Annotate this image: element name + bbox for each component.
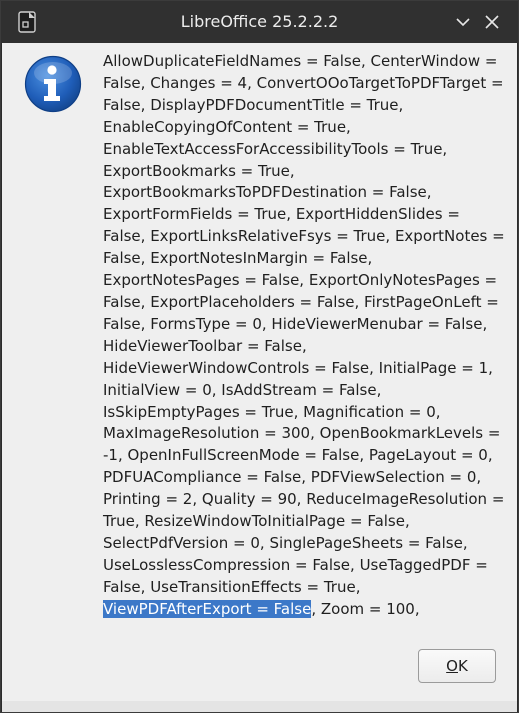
message-line: False, UseTransitionEffects = True, — [103, 577, 361, 596]
message-line: HideViewerWindowControls = False, Initia… — [103, 358, 493, 377]
message-line: Printing = 2, Quality = 90, ReduceImageR… — [103, 490, 505, 509]
close-icon[interactable] — [480, 10, 504, 34]
title-bar[interactable]: LibreOffice 25.2.2.2 — [1, 1, 518, 43]
message-line: SelectPdfVersion = 0, SinglePageSheets =… — [103, 533, 468, 552]
selected-text: ViewPDFAfterExport = False — [103, 599, 312, 618]
message-line: ExportNotesPages = False, ExportOnlyNote… — [103, 271, 498, 290]
message-line: -1, OpenInFullScreenMode = False, PageLa… — [103, 446, 493, 465]
message-line: PDFUACompliance = False, PDFViewSelectio… — [103, 468, 482, 487]
message-tail: , Zoom = 100, — [311, 599, 420, 618]
ok-label: K — [457, 657, 468, 675]
window-bottom-edge — [2, 701, 517, 712]
message-line: False, FormsType = 0, HideViewerMenubar … — [103, 314, 488, 333]
message-line: True, ResizeWindowToInitialPage = False, — [103, 512, 410, 531]
dialog-window: LibreOffice 25.2.2.2 AllowDuplicateField… — [0, 0, 519, 713]
message-line: EnableCopyingOfContent = True, — [103, 117, 351, 136]
ok-mnemonic: O — [446, 657, 458, 675]
message-line: EnableTextAccessForAccessibilityTools = … — [103, 139, 448, 158]
info-icon — [24, 55, 82, 113]
message-line: IsSkipEmptyPages = True, Magnification =… — [103, 402, 441, 421]
message-line: AllowDuplicateFieldNames = False, Center… — [103, 52, 498, 70]
message-line: False, ExportLinksRelativeFsys = True, E… — [103, 227, 505, 246]
message-line: False, Changes = 4, ConvertOOoTargetToPD… — [103, 73, 504, 92]
message-line: UseLosslessCompression = False, UseTagge… — [103, 555, 488, 574]
window-title: LibreOffice 25.2.2.2 — [180, 12, 339, 31]
message-line: False, ExportPlaceholders = False, First… — [103, 292, 499, 311]
message-line: HideViewerToolbar = False, — [103, 336, 307, 355]
dialog-content: AllowDuplicateFieldNames = False, Center… — [2, 43, 517, 701]
ok-button[interactable]: OK — [418, 649, 496, 683]
message-line: InitialView = 0, IsAddStream = False, — [103, 380, 382, 399]
message-line: False, DisplayPDFDocumentTitle = True, — [103, 95, 404, 114]
message-line: MaxImageResolution = 300, OpenBookmarkLe… — [103, 424, 501, 443]
message-line: ExportBookmarksToPDFDestination = False, — [103, 183, 432, 202]
message-line: False, ExportNotesInMargin = False, — [103, 249, 373, 268]
message-text: AllowDuplicateFieldNames = False, Center… — [103, 51, 507, 621]
minimize-chevron-icon[interactable] — [451, 10, 475, 34]
message-body: AllowDuplicateFieldNames = False, Center… — [103, 52, 505, 596]
message-line: ExportFormFields = True, ExportHiddenSli… — [103, 205, 460, 224]
message-line: ExportBookmarks = True, — [103, 161, 295, 180]
